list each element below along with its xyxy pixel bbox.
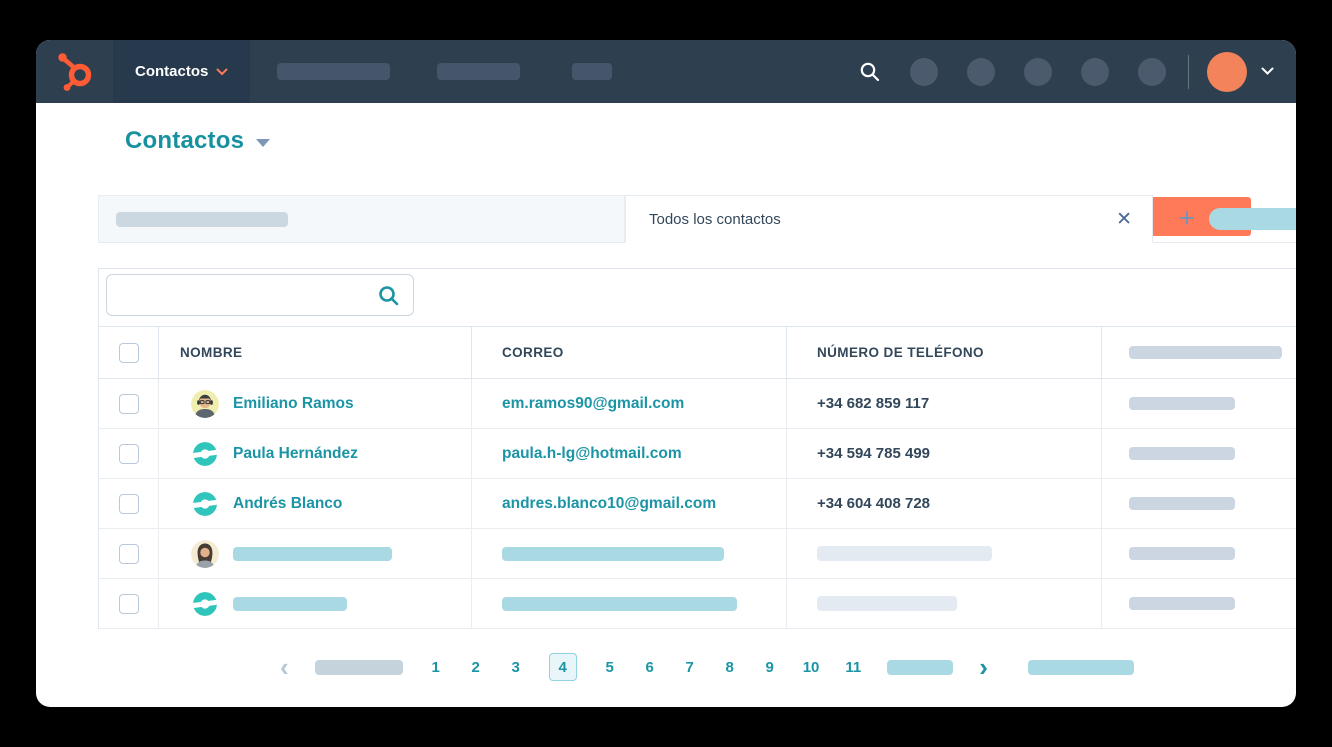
cell-placeholder bbox=[1129, 597, 1235, 610]
cell-placeholder bbox=[233, 547, 392, 561]
add-view-placeholder bbox=[1209, 208, 1296, 230]
page-number-current[interactable]: 4 bbox=[549, 653, 577, 681]
view-tabs: Todos los contactos ✕ + bbox=[98, 195, 1296, 243]
cell-placeholder bbox=[1129, 397, 1235, 410]
contact-email-link[interactable]: paula.h-lg@hotmail.com bbox=[502, 445, 682, 463]
row-checkbox[interactable] bbox=[119, 594, 139, 614]
sprocket-logo-icon bbox=[55, 51, 95, 93]
contact-phone: +34 604 408 728 bbox=[817, 495, 930, 512]
page-number[interactable]: 5 bbox=[603, 659, 617, 676]
next-page-icon[interactable]: › bbox=[979, 654, 988, 680]
row-checkbox[interactable] bbox=[119, 444, 139, 464]
column-header-nombre[interactable]: NOMBRE bbox=[159, 345, 242, 360]
cell-placeholder bbox=[502, 597, 737, 611]
nav-divider bbox=[1188, 55, 1189, 89]
row-checkbox[interactable] bbox=[119, 394, 139, 414]
page-number[interactable]: 3 bbox=[509, 659, 523, 676]
contact-phone: +34 594 785 499 bbox=[817, 445, 930, 462]
nav-menu-placeholder[interactable] bbox=[572, 63, 612, 80]
column-header-placeholder bbox=[1129, 346, 1282, 359]
page-number[interactable]: 10 bbox=[803, 659, 820, 676]
cell-placeholder bbox=[1129, 497, 1235, 510]
page-title-dropdown[interactable]: Contactos bbox=[125, 127, 270, 155]
contact-email-link[interactable]: andres.blanco10@gmail.com bbox=[502, 495, 716, 513]
cell-placeholder bbox=[817, 596, 957, 611]
cell-placeholder bbox=[1129, 447, 1235, 460]
contact-default-avatar-icon bbox=[191, 490, 219, 518]
nav-item-label: Contactos bbox=[135, 63, 208, 80]
nav-icon-placeholder[interactable] bbox=[1138, 58, 1166, 86]
nav-item-contactos[interactable]: Contactos bbox=[113, 40, 250, 103]
top-navbar: Contactos bbox=[36, 40, 1296, 103]
contact-phone: +34 682 859 117 bbox=[817, 395, 929, 412]
search-submit-button[interactable] bbox=[377, 284, 401, 308]
contact-email-link[interactable]: em.ramos90@gmail.com bbox=[502, 395, 684, 413]
nav-menu-placeholder[interactable] bbox=[277, 63, 390, 80]
table-row-placeholder bbox=[99, 579, 1296, 629]
add-view-icon[interactable]: + bbox=[1179, 205, 1195, 232]
contact-default-avatar-icon bbox=[191, 440, 219, 468]
search-icon[interactable] bbox=[859, 61, 881, 83]
close-tab-icon[interactable]: ✕ bbox=[1116, 210, 1132, 229]
previous-page-icon[interactable]: ‹ bbox=[280, 654, 289, 680]
app-window: Contactos bbox=[36, 40, 1296, 707]
contact-name-link[interactable]: Andrés Blanco bbox=[233, 495, 342, 513]
page-number[interactable]: 9 bbox=[763, 659, 777, 676]
navbar-right-cluster bbox=[859, 52, 1296, 92]
row-checkbox[interactable] bbox=[119, 494, 139, 514]
table-search-box bbox=[106, 274, 414, 316]
table-row: Paula Hernández paula.h-lg@hotmail.com +… bbox=[99, 429, 1296, 479]
contact-photo-avatar bbox=[191, 390, 219, 418]
nav-icon-placeholder[interactable] bbox=[1024, 58, 1052, 86]
pagination: ‹ 1 2 3 4 5 6 7 8 9 10 11 › bbox=[77, 652, 1296, 682]
tab-placeholder[interactable] bbox=[98, 195, 625, 242]
page-number[interactable]: 6 bbox=[643, 659, 657, 676]
column-header-correo[interactable]: CORREO bbox=[472, 345, 564, 360]
hubspot-logo[interactable] bbox=[36, 40, 113, 103]
table-row: Emiliano Ramos em.ramos90@gmail.com +34 … bbox=[99, 379, 1296, 429]
column-header-telefono[interactable]: NÚMERO DE TELÉFONO bbox=[787, 345, 984, 360]
nav-menu-placeholder[interactable] bbox=[437, 63, 520, 80]
nav-icon-placeholder[interactable] bbox=[1081, 58, 1109, 86]
row-checkbox[interactable] bbox=[119, 544, 139, 564]
table-header-row: NOMBRE CORREO NÚMERO DE TELÉFONO bbox=[99, 326, 1296, 379]
page-number[interactable]: 11 bbox=[845, 659, 861, 676]
contact-name-link[interactable]: Emiliano Ramos bbox=[233, 395, 354, 413]
search-input[interactable] bbox=[119, 276, 369, 314]
contact-photo-avatar bbox=[191, 540, 219, 568]
magnifier-icon bbox=[377, 284, 401, 308]
table-search-row bbox=[99, 269, 1296, 326]
tab-todos-los-contactos[interactable]: Todos los contactos ✕ bbox=[625, 195, 1153, 243]
user-avatar[interactable] bbox=[1207, 52, 1247, 92]
cell-placeholder bbox=[817, 546, 992, 561]
table-row-placeholder bbox=[99, 529, 1296, 579]
table-row: Andrés Blanco andres.blanco10@gmail.com … bbox=[99, 479, 1296, 529]
title-chevron-down-icon bbox=[256, 139, 270, 147]
cell-placeholder bbox=[233, 597, 347, 611]
page-number[interactable]: 8 bbox=[723, 659, 737, 676]
contact-name-link[interactable]: Paula Hernández bbox=[233, 445, 358, 463]
page-size-placeholder[interactable] bbox=[1028, 660, 1134, 675]
account-chevron-down-icon[interactable] bbox=[1261, 67, 1274, 76]
page-number[interactable]: 1 bbox=[429, 659, 443, 676]
cell-placeholder bbox=[502, 547, 724, 561]
chevron-down-icon bbox=[216, 68, 228, 76]
nav-icon-placeholder[interactable] bbox=[967, 58, 995, 86]
contacts-table-panel: NOMBRE CORREO NÚMERO DE TELÉFONO bbox=[98, 268, 1296, 629]
page-number[interactable]: 2 bbox=[469, 659, 483, 676]
previous-label-placeholder[interactable] bbox=[315, 660, 403, 675]
cell-placeholder bbox=[1129, 547, 1235, 560]
select-all-checkbox[interactable] bbox=[119, 343, 139, 363]
tab-label: Todos los contactos bbox=[649, 211, 781, 228]
nav-icon-placeholder[interactable] bbox=[910, 58, 938, 86]
contact-default-avatar-icon bbox=[191, 590, 219, 618]
page-title: Contactos bbox=[125, 127, 244, 155]
tab-label-placeholder bbox=[116, 212, 288, 227]
page-number[interactable]: 7 bbox=[683, 659, 697, 676]
next-label-placeholder[interactable] bbox=[887, 660, 953, 675]
